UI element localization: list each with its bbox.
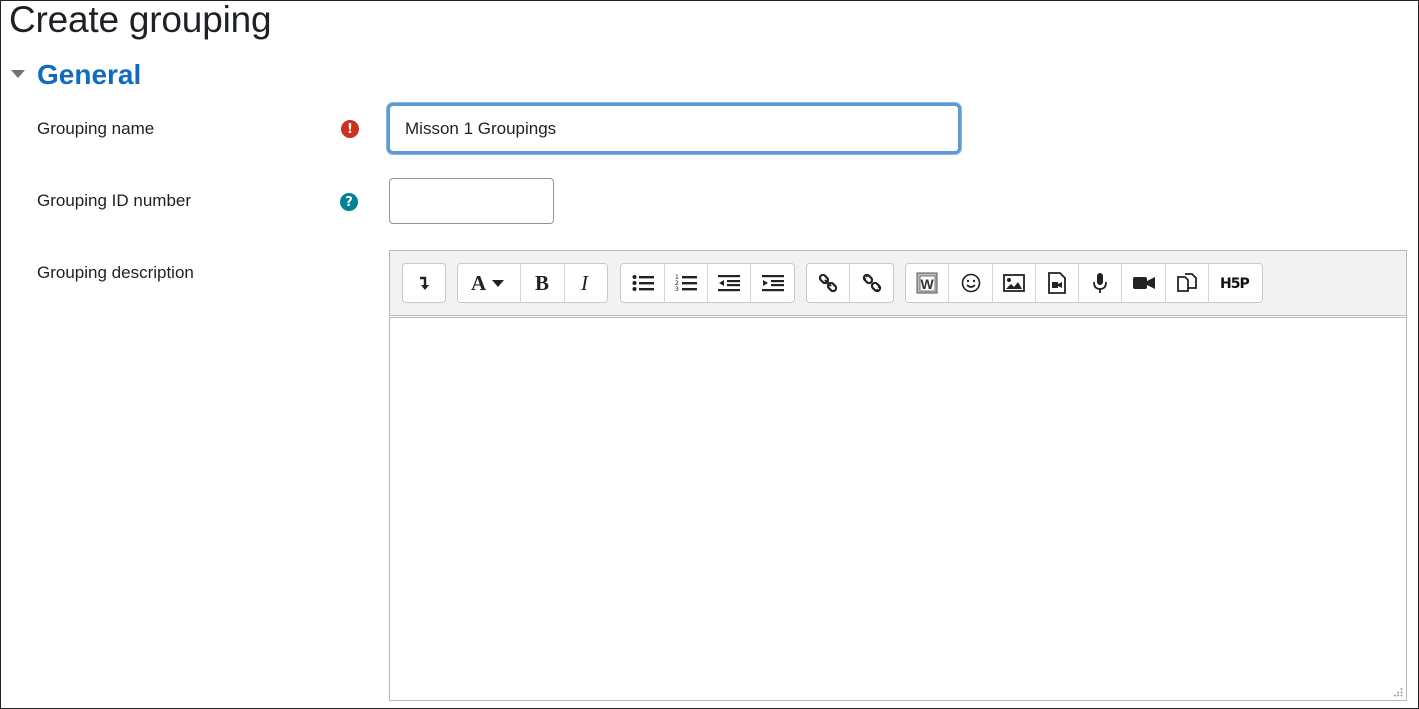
grouping-name-label: Grouping name — [37, 119, 155, 138]
svg-text:W: W — [921, 276, 935, 292]
grouping-description-label: Grouping description — [37, 263, 194, 282]
record-audio-icon[interactable] — [1079, 264, 1122, 302]
italic-icon[interactable]: I — [565, 264, 607, 302]
toolbar-group-links — [806, 263, 894, 303]
grouping-name-input[interactable] — [387, 103, 961, 154]
ordered-list-icon[interactable]: 123 — [665, 264, 708, 302]
svg-text:I: I — [580, 272, 589, 294]
emoji-icon[interactable] — [949, 264, 993, 302]
required-exclamation-icon: ! — [341, 120, 359, 138]
paste-from-word-icon[interactable]: W — [906, 264, 949, 302]
media-icon[interactable] — [1036, 264, 1079, 302]
svg-text:H5P: H5P — [1220, 276, 1249, 291]
resize-grip-icon[interactable] — [1393, 687, 1403, 697]
unlink-icon[interactable] — [850, 264, 893, 302]
h5p-icon[interactable]: H5P — [1209, 264, 1262, 302]
svg-text:3: 3 — [675, 286, 679, 293]
page-title: Create grouping — [9, 0, 272, 40]
grouping-id-input[interactable] — [389, 178, 554, 224]
outdent-icon[interactable] — [708, 264, 751, 302]
svg-text:A: A — [471, 272, 487, 294]
grouping-id-label: Grouping ID number — [37, 191, 192, 210]
toolbar-group-style: A B I — [457, 263, 608, 303]
unordered-list-icon[interactable] — [621, 264, 665, 302]
toolbar-group-insert: W H5P — [905, 263, 1263, 303]
bold-icon[interactable]: B — [521, 264, 565, 302]
record-video-icon[interactable] — [1122, 264, 1166, 302]
show-more-buttons-icon[interactable] — [403, 264, 445, 302]
svg-text:B: B — [535, 272, 549, 294]
help-question-icon[interactable]: ? — [340, 193, 358, 211]
caret-down-icon[interactable] — [11, 70, 25, 78]
manage-files-icon[interactable] — [1166, 264, 1209, 302]
link-icon[interactable] — [807, 264, 850, 302]
page-frame: Create grouping General Grouping name ! … — [0, 0, 1419, 709]
toolbar-group-collapse — [402, 263, 446, 303]
grouping-description-editor[interactable] — [389, 317, 1407, 701]
image-icon[interactable] — [993, 264, 1036, 302]
toolbar-group-lists: 123 — [620, 263, 795, 303]
font-style-icon[interactable]: A — [458, 264, 521, 302]
section-title-general[interactable]: General — [37, 59, 141, 91]
indent-icon[interactable] — [751, 264, 794, 302]
editor-toolbar: A B I 123 W H5P — [389, 250, 1407, 316]
